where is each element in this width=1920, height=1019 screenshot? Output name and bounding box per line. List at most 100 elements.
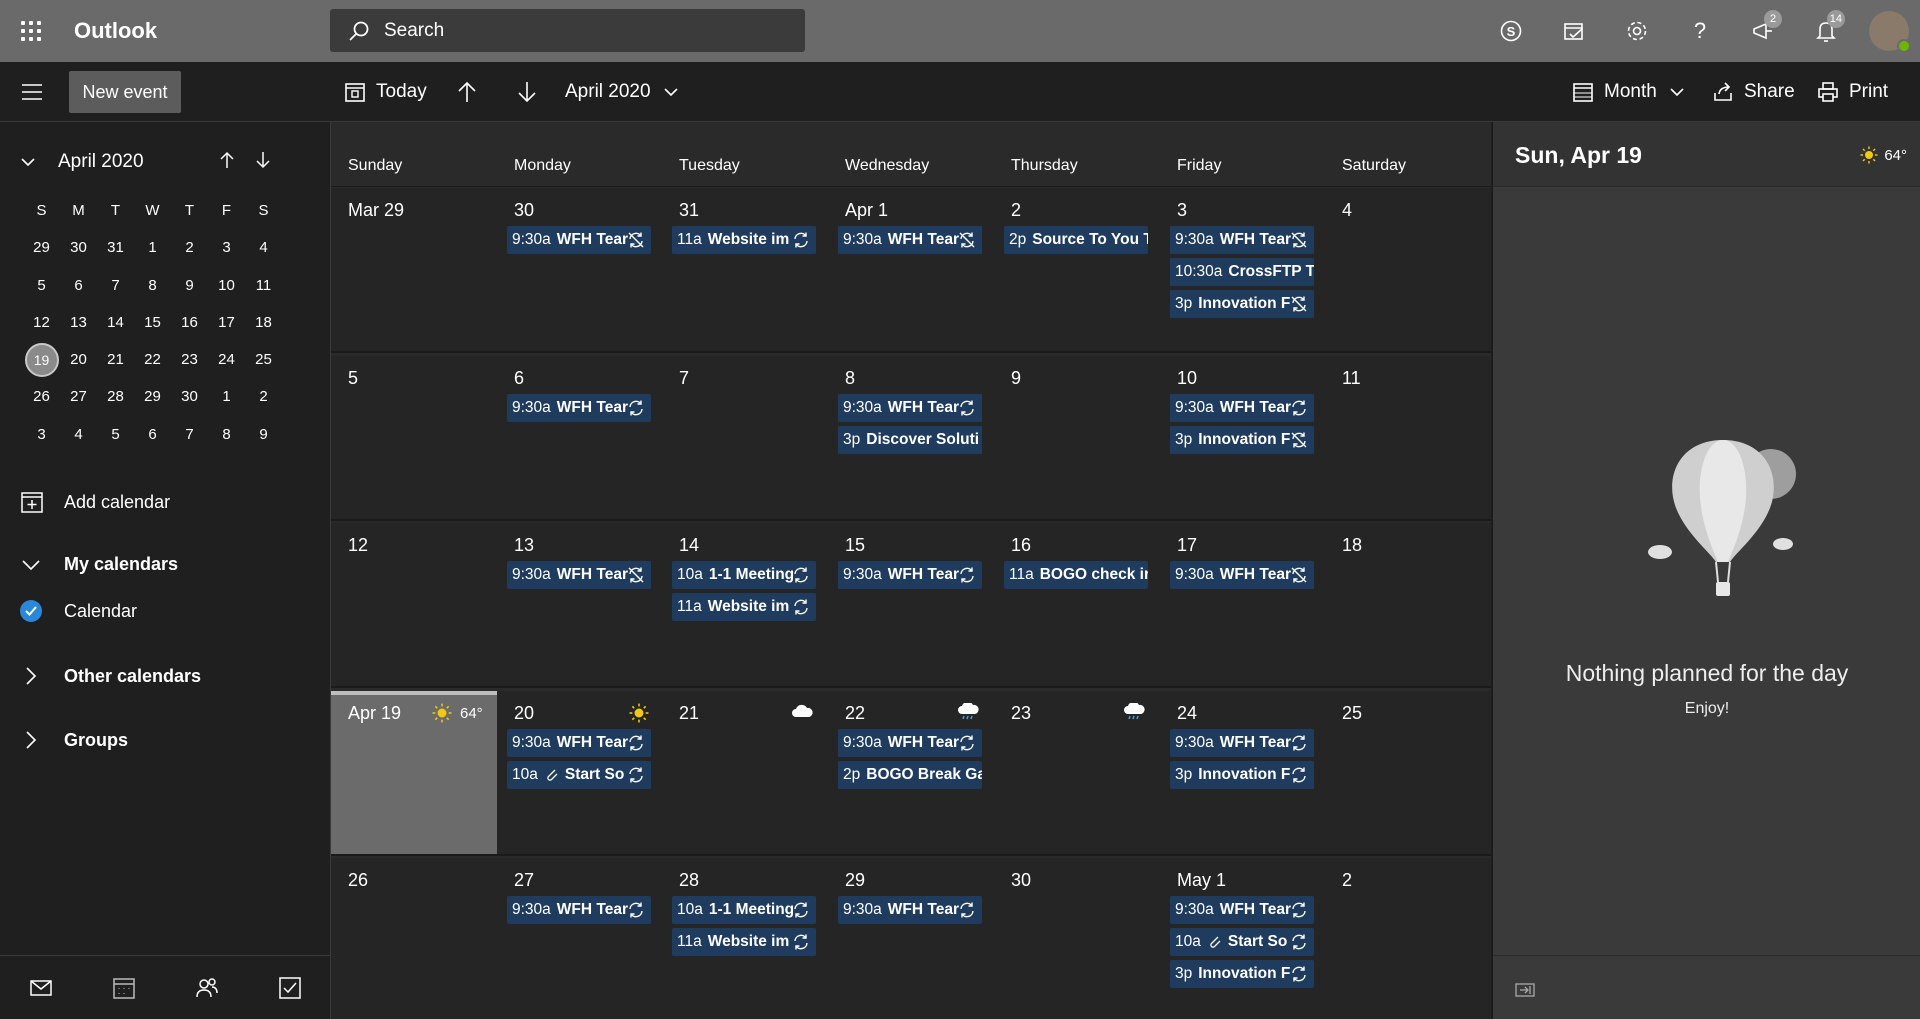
mini-calendar-day[interactable]: 29 — [134, 378, 171, 415]
people-module-button[interactable] — [166, 956, 249, 1019]
day-cell[interactable]: 20 9:30a WFH Tear 10a Start So — [497, 691, 663, 854]
calendar-event[interactable]: 11a Website im — [672, 226, 816, 254]
search-input[interactable]: Search — [384, 20, 444, 42]
mini-calendar-day[interactable]: 3 — [23, 416, 60, 453]
day-cell[interactable]: 30 9:30a WFH Tear — [497, 188, 663, 351]
calendar-event[interactable]: 9:30a WFH Tear — [1170, 896, 1314, 924]
mini-calendar-day[interactable]: 9 — [245, 416, 282, 453]
calendar-event[interactable]: 10a Start So — [1170, 928, 1314, 956]
mini-calendar-day[interactable]: 15 — [134, 304, 171, 341]
calendar-event[interactable]: 10a 1-1 Meeting — [672, 561, 816, 589]
day-cell[interactable]: 2 2p Source To You T — [994, 188, 1160, 351]
new-event-button[interactable]: New event — [69, 71, 181, 113]
notifications-button[interactable]: 14 — [1794, 0, 1857, 62]
my-day-button[interactable] — [1542, 0, 1605, 62]
day-cell[interactable]: 23 — [994, 691, 1160, 854]
mini-calendar-day[interactable]: 11 — [245, 267, 282, 304]
mini-calendar-day[interactable]: 23 — [171, 341, 208, 378]
day-cell[interactable]: May 1 9:30a WFH Tear 10a Start So 3p Innovatio… — [1160, 858, 1326, 1019]
mini-calendar-day[interactable]: 29 — [23, 229, 60, 266]
day-cell[interactable]: 9 — [994, 356, 1160, 519]
add-calendar-button[interactable]: Add calendar — [20, 490, 170, 514]
calendar-event[interactable]: 9:30a WFH Tear — [838, 729, 982, 757]
day-cell[interactable]: 31 11a Website im — [662, 188, 828, 351]
arrow-down-icon[interactable] — [254, 150, 272, 170]
day-cell[interactable]: Apr 1 9:30a WFH Tear — [828, 188, 994, 351]
mini-calendar-day[interactable]: 5 — [97, 416, 134, 453]
mini-calendar-day[interactable]: 27 — [60, 378, 97, 415]
day-cell[interactable]: 3 9:30a WFH Tear 10:30a CrossFTP Tr 3p Innovat… — [1160, 188, 1326, 351]
mini-calendar-day[interactable]: 17 — [208, 304, 245, 341]
mini-calendar-day[interactable]: 7 — [97, 267, 134, 304]
day-cell[interactable]: 6 9:30a WFH Tear — [497, 356, 663, 519]
app-title[interactable]: Outlook — [74, 18, 330, 44]
calendar-event[interactable]: 10:30a CrossFTP Tr — [1170, 258, 1314, 286]
hamburger-menu-icon[interactable] — [20, 81, 44, 103]
day-cell[interactable]: 21 — [662, 691, 828, 854]
day-cell[interactable]: 28 10a 1-1 Meeting 11a Website im — [662, 858, 828, 1019]
day-weather[interactable] — [1122, 703, 1146, 721]
day-cell[interactable]: 22 9:30a WFH Tear 2p BOGO Break Ga — [828, 691, 994, 854]
mini-calendar-day[interactable]: 28 — [97, 378, 134, 415]
day-cell[interactable]: 27 9:30a WFH Tear — [497, 858, 663, 1019]
mini-calendar-day[interactable]: 2 — [171, 229, 208, 266]
calendar-event[interactable]: 11a Website im — [672, 593, 816, 621]
calendar-event[interactable]: 9:30a WFH Tear — [838, 394, 982, 422]
calendar-event[interactable]: 9:30a WFH Tear — [1170, 729, 1314, 757]
day-cell[interactable]: 11 — [1325, 356, 1491, 519]
calendar-event[interactable]: 11a Website im — [672, 928, 816, 956]
calendar-item[interactable]: Calendar — [20, 600, 137, 622]
mini-calendar-day[interactable]: 30 — [60, 229, 97, 266]
feedback-button[interactable]: 2 — [1731, 0, 1794, 62]
day-cell[interactable]: 12 — [331, 523, 497, 686]
skype-button[interactable]: S — [1479, 0, 1542, 62]
mail-module-button[interactable] — [0, 956, 83, 1019]
share-button[interactable]: Share — [1712, 62, 1795, 122]
mini-calendar-day[interactable]: 30 — [171, 378, 208, 415]
collapse-pane-icon[interactable] — [1515, 982, 1535, 998]
calendar-event[interactable]: 9:30a WFH Tear — [1170, 226, 1314, 254]
mini-calendar-day[interactable]: 4 — [60, 416, 97, 453]
calendar-event[interactable]: 11a BOGO check ir — [1004, 561, 1148, 589]
print-button[interactable]: Print — [1817, 62, 1888, 122]
calendar-event[interactable]: 3p Innovation F — [1170, 426, 1314, 454]
day-cell[interactable]: Mar 29 — [331, 188, 497, 351]
day-cell[interactable]: 10 9:30a WFH Tear 3p Innovation F — [1160, 356, 1326, 519]
mini-calendar-day[interactable]: 3 — [208, 229, 245, 266]
calendar-event[interactable]: 9:30a WFH Tear — [507, 226, 651, 254]
day-cell[interactable]: 2 — [1325, 858, 1491, 1019]
day-cell[interactable]: 4 — [1325, 188, 1491, 351]
mini-calendar-day[interactable]: 8 — [208, 416, 245, 453]
calendar-event[interactable]: 9:30a WFH Tear — [838, 896, 982, 924]
mini-calendar-day[interactable]: 1 — [208, 378, 245, 415]
my-calendars-toggle[interactable]: My calendars — [20, 554, 178, 575]
calendar-event[interactable]: 9:30a WFH Tear — [1170, 561, 1314, 589]
tasks-module-button[interactable] — [248, 956, 331, 1019]
day-cell[interactable]: 25 — [1325, 691, 1491, 854]
mini-calendar-day[interactable]: 14 — [97, 304, 134, 341]
mini-calendar-day[interactable]: 19 — [23, 341, 60, 378]
day-weather[interactable]: 64° — [432, 703, 483, 723]
calendar-event[interactable]: 9:30a WFH Tear — [838, 561, 982, 589]
calendar-event[interactable]: 2p Source To You T — [1004, 226, 1148, 254]
calendar-event[interactable]: 3p Innovation F — [1170, 290, 1314, 318]
day-cell-today[interactable]: Apr 19 64° — [331, 691, 497, 854]
calendar-event[interactable]: 2p BOGO Break Ga — [838, 761, 982, 789]
mini-calendar-title[interactable]: April 2020 — [58, 151, 144, 173]
mini-calendar-day[interactable]: 5 — [23, 267, 60, 304]
calendar-event[interactable]: 9:30a WFH Tear — [838, 226, 982, 254]
day-cell[interactable]: 17 9:30a WFH Tear — [1160, 523, 1326, 686]
mini-calendar-day[interactable]: 21 — [97, 341, 134, 378]
day-cell[interactable]: 16 11a BOGO check ir — [994, 523, 1160, 686]
mini-calendar-day[interactable]: 10 — [208, 267, 245, 304]
day-weather[interactable] — [790, 703, 814, 719]
mini-calendar-selected-day[interactable]: 19 — [24, 342, 59, 377]
groups-toggle[interactable]: Groups — [20, 729, 128, 751]
day-cell[interactable]: 7 — [662, 356, 828, 519]
previous-month-button[interactable] — [455, 62, 489, 122]
mini-calendar-day[interactable]: 13 — [60, 304, 97, 341]
day-cell[interactable]: 14 10a 1-1 Meeting 11a Website im — [662, 523, 828, 686]
today-button[interactable]: Today — [344, 62, 427, 122]
calendar-event[interactable]: 3p Innovation F — [1170, 761, 1314, 789]
day-cell[interactable]: 24 9:30a WFH Tear 3p Innovation F — [1160, 691, 1326, 854]
